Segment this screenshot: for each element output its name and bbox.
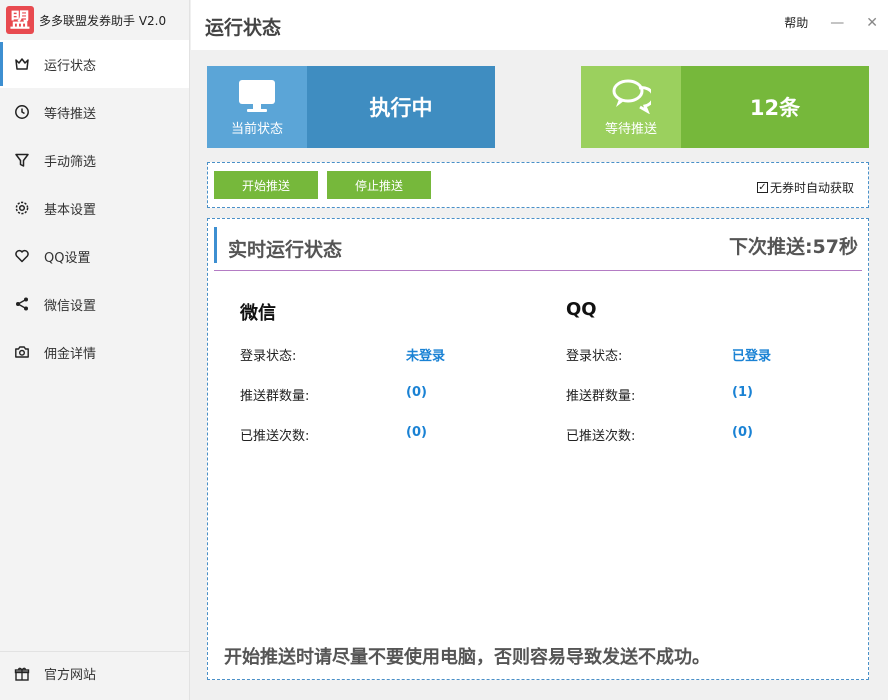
app-title: 多多联盟发券助手 V2.0 <box>39 13 167 28</box>
qq-title: QQ <box>566 299 597 320</box>
sidebar-item-label: 官方网站 <box>44 668 97 683</box>
sidebar-item-pending-push[interactable]: 等待推送 <box>0 88 189 136</box>
wechat-login-status-value: 未登录 <box>406 349 446 364</box>
sidebar-item-basic-settings[interactable]: 基本设置 <box>0 184 189 232</box>
status-row: 登录状态: 已登录 <box>566 333 806 373</box>
status-row: 登录状态: 未登录 <box>240 333 480 373</box>
current-status-value: 执行中 <box>307 66 495 148</box>
status-row: 推送群数量: (0) <box>240 373 480 413</box>
current-status-label: 当前状态 <box>230 121 283 137</box>
stop-push-button[interactable]: 停止推送 <box>327 171 431 199</box>
qq-group-count-value: (1) <box>732 385 753 400</box>
close-button[interactable]: ✕ <box>866 15 878 31</box>
filter-icon <box>14 152 30 168</box>
main-content: 运行状态 帮助 — ✕ 当前状态 执行中 等待推送 12条 开始推送 停止推送 … <box>191 0 888 700</box>
realtime-status-panel: 实时运行状态 下次推送:57秒 微信 登录状态: 未登录 推送群数量: (0) … <box>207 218 869 680</box>
current-status-tile: 当前状态 <box>207 66 307 148</box>
pending-push-tile: 等待推送 <box>581 66 681 148</box>
sidebar-item-label: QQ设置 <box>44 250 91 266</box>
sidebar-item-manual-filter[interactable]: 手动筛选 <box>0 136 189 184</box>
checkbox-box[interactable]: ✓ <box>756 182 768 193</box>
auto-fetch-label: 无券时自动获取 <box>769 181 854 195</box>
wechat-group-count-value: (0) <box>406 385 427 400</box>
monitor-icon <box>237 78 277 118</box>
title-bar: 运行状态 帮助 — ✕ <box>191 0 888 50</box>
push-count-label: 已推送次数: <box>240 429 310 444</box>
pending-push-label: 等待推送 <box>604 121 657 137</box>
pending-push-count: 12条 <box>681 66 869 148</box>
status-row: 推送群数量: (1) <box>566 373 806 413</box>
sidebar-item-label: 运行状态 <box>44 58 97 74</box>
push-count-label: 已推送次数: <box>566 429 636 444</box>
dashboard-icon <box>14 56 30 72</box>
gift-icon <box>14 666 30 682</box>
group-count-label: 推送群数量: <box>240 389 310 404</box>
login-status-label: 登录状态: <box>566 349 623 364</box>
camera-icon <box>14 344 30 360</box>
status-title: 实时运行状态 <box>228 239 343 261</box>
sidebar-item-label: 等待推送 <box>44 106 97 122</box>
wechat-push-count-value: (0) <box>406 425 427 440</box>
control-panel: 开始推送 停止推送 ✓ 无券时自动获取 <box>207 162 869 208</box>
status-row: 已推送次数: (0) <box>566 413 806 453</box>
sidebar: 盟 多多联盟发券助手 V2.0 运行状态 等待推送 手动筛选 基本设置 QQ设置… <box>0 0 190 700</box>
app-logo: 盟 <box>6 6 34 34</box>
wechat-title: 微信 <box>240 303 276 324</box>
qq-login-status-value: 已登录 <box>732 349 772 364</box>
login-status-label: 登录状态: <box>240 349 297 364</box>
help-button[interactable]: 帮助 <box>784 14 808 31</box>
sidebar-item-commission-details[interactable]: 佣金详情 <box>0 328 189 376</box>
clock-icon <box>14 104 30 120</box>
next-push-countdown: 下次推送:57秒 <box>728 236 858 258</box>
start-push-button[interactable]: 开始推送 <box>214 171 318 199</box>
sidebar-item-label: 基本设置 <box>44 202 97 218</box>
pending-push-card: 等待推送 12条 <box>581 66 869 148</box>
current-status-card: 当前状态 执行中 <box>207 66 495 148</box>
warning-message: 开始推送时请尽量不要使用电脑，否则容易导致发送不成功。 <box>224 647 710 668</box>
auto-fetch-checkbox[interactable]: ✓ 无券时自动获取 <box>756 179 854 196</box>
page-title: 运行状态 <box>205 17 282 39</box>
sidebar-item-official-site[interactable]: 官方网站 <box>0 651 189 695</box>
chat-icon <box>611 78 655 118</box>
qq-status-column: QQ 登录状态: 已登录 推送群数量: (1) 已推送次数: (0) <box>566 299 806 453</box>
gear-icon <box>14 200 30 216</box>
group-count-label: 推送群数量: <box>566 389 636 404</box>
sidebar-item-label: 微信设置 <box>44 298 97 314</box>
sidebar-item-label: 佣金详情 <box>44 346 97 362</box>
wechat-status-column: 微信 登录状态: 未登录 推送群数量: (0) 已推送次数: (0) <box>240 299 480 453</box>
sidebar-item-qq-settings[interactable]: QQ设置 <box>0 232 189 280</box>
sidebar-item-label: 手动筛选 <box>44 154 97 170</box>
share-icon <box>14 296 30 312</box>
sidebar-nav: 运行状态 等待推送 手动筛选 基本设置 QQ设置 微信设置 佣金详情 <box>0 40 189 376</box>
window-controls: 帮助 — ✕ <box>784 14 878 31</box>
heart-icon <box>14 248 30 264</box>
status-header: 实时运行状态 下次推送:57秒 <box>214 227 862 271</box>
qq-push-count-value: (0) <box>732 425 753 440</box>
status-row: 已推送次数: (0) <box>240 413 480 453</box>
minimize-button[interactable]: — <box>830 15 844 31</box>
sidebar-item-wechat-settings[interactable]: 微信设置 <box>0 280 189 328</box>
sidebar-item-run-status[interactable]: 运行状态 <box>0 40 189 88</box>
app-header: 盟 多多联盟发券助手 V2.0 <box>0 0 189 40</box>
